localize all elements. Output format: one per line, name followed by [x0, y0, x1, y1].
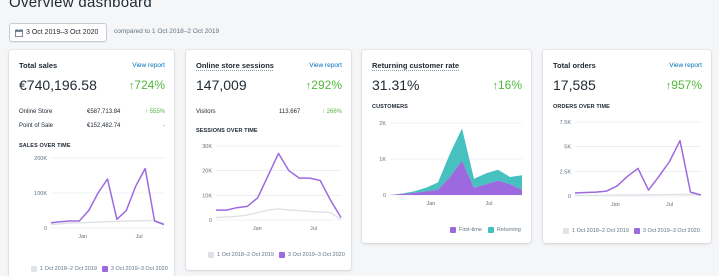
- current-period-line: [216, 152, 342, 218]
- change-text: 16%: [497, 78, 522, 92]
- total-sales-card: Total sales View report €740,196.58 ↑724…: [9, 50, 174, 276]
- legend-returning: Returning: [496, 227, 521, 233]
- total-sales-change: ↑724%: [129, 78, 165, 92]
- card-title: Total sales: [19, 61, 58, 70]
- sessions-value: 147,009: [196, 77, 247, 93]
- y-tick-label: 0: [383, 193, 386, 199]
- legend-previous: 1 Oct 2018–2 Oct 2019: [572, 228, 629, 234]
- x-tick-label: Jul: [136, 234, 143, 240]
- legend-swatch-previous: [208, 252, 214, 258]
- chart-legend: 1 Oct 2018–2 Oct 2019 3 Oct 2019–3 Oct 2…: [208, 252, 345, 258]
- legend-previous: 1 Oct 2018–2 Oct 2019: [217, 252, 274, 258]
- y-tick-label: 0: [44, 226, 47, 232]
- legend-swatch-current: [633, 228, 640, 234]
- legend-previous: 1 Oct 2018–2 Oct 2019: [40, 266, 97, 272]
- x-tick-label: Jan: [611, 202, 620, 208]
- legend-swatch-previous: [563, 228, 569, 234]
- legend-swatch-previous: [31, 266, 37, 272]
- current-period-line: [574, 139, 702, 196]
- y-tick-label: 30K: [202, 144, 212, 150]
- y-tick-label: 0: [209, 218, 212, 224]
- x-tick-label: Jul: [485, 201, 492, 207]
- view-report-link[interactable]: View report: [309, 62, 342, 69]
- section-label: ORDERS OVER TIME: [553, 104, 610, 110]
- returning-rate-value: 31.31%: [372, 77, 420, 93]
- total-orders-value: 17,585: [553, 77, 596, 93]
- card-title: Returning customer rate: [372, 61, 460, 70]
- x-tick-label: Jan: [253, 226, 262, 232]
- sessions-change: ↑292%: [306, 78, 342, 92]
- legend-current: 3 Oct 2019–3 Oct 2020: [287, 252, 345, 258]
- sessions-chart: 30K 20K 10K 0 Jan Jul: [202, 144, 342, 232]
- legend-swatch-first-time: [450, 227, 456, 233]
- legend-swatch-current: [278, 252, 285, 258]
- customers-chart: 2K 1K 0 Jan Jul: [379, 121, 522, 207]
- y-tick-label: 0: [568, 194, 571, 200]
- row-value: €587,713.84: [87, 109, 121, 115]
- chart-legend: 1 Oct 2018–2 Oct 2019 3 Oct 2019–3 Oct 2…: [31, 266, 168, 272]
- legend-current: 3 Oct 2019–3 Oct 2020: [642, 228, 700, 234]
- row-label: Online Store: [19, 109, 53, 115]
- date-range-button[interactable]: 3 Oct 2019–3 Oct 2020: [9, 23, 107, 42]
- row-label: Point of Sale: [19, 123, 54, 129]
- chart-legend: First-time Returning: [450, 227, 521, 233]
- returning-customer-card: Returning customer rate 31.31% ↑16% CUST…: [362, 50, 531, 243]
- view-report-link[interactable]: View report: [669, 62, 702, 69]
- x-tick-label: Jan: [78, 234, 87, 240]
- row-change: ↑ 555%: [144, 109, 165, 115]
- section-label: SESSIONS OVER TIME: [196, 128, 258, 134]
- orders-chart: 7.5K 5K 2.5K 0 Jan Jul: [560, 120, 702, 208]
- row-label: Visitors: [196, 109, 216, 115]
- row-value: €152,482.74: [87, 123, 121, 129]
- x-tick-label: Jan: [426, 201, 435, 207]
- y-tick-label: 5K: [564, 145, 571, 151]
- total-orders-change: ↑957%: [666, 78, 702, 92]
- y-tick-label: 200K: [34, 156, 47, 162]
- change-text: 724%: [134, 78, 165, 92]
- card-title: Total orders: [553, 61, 596, 70]
- change-text: 292%: [311, 78, 342, 92]
- previous-period-line: [574, 193, 702, 197]
- row-change: -: [163, 123, 165, 129]
- y-tick-label: 2.5K: [560, 169, 572, 175]
- page-title: Overview dashboard: [9, 0, 152, 11]
- date-range-label: 3 Oct 2019–3 Oct 2020: [26, 29, 99, 36]
- section-label: SALES OVER TIME: [19, 143, 71, 149]
- y-tick-label: 100K: [34, 191, 47, 197]
- y-tick-label: 1K: [379, 157, 386, 163]
- calendar-icon: [15, 28, 23, 37]
- x-tick-label: Jul: [310, 226, 317, 232]
- y-tick-label: 10K: [202, 193, 212, 199]
- sales-chart: 200K 100K 0 Jan Jul: [34, 156, 165, 240]
- change-text: 957%: [671, 78, 702, 92]
- y-tick-label: 2K: [379, 121, 386, 127]
- section-label: CUSTOMERS: [372, 104, 408, 110]
- y-tick-label: 20K: [202, 169, 212, 175]
- view-report-link[interactable]: View report: [132, 62, 165, 69]
- legend-first-time: First-time: [459, 227, 482, 233]
- returning-rate-change: ↑16%: [492, 78, 522, 92]
- total-sales-value: €740,196.58: [19, 77, 97, 93]
- current-period-line: [50, 167, 165, 226]
- y-tick-label: 7.5K: [560, 120, 572, 126]
- legend-swatch-current: [101, 266, 108, 272]
- legend-swatch-returning: [487, 227, 494, 233]
- total-orders-card: Total orders View report 17,585 ↑957% OR…: [543, 50, 711, 243]
- legend-current: 3 Oct 2019–3 Oct 2020: [110, 266, 168, 272]
- previous-period-line: [215, 208, 342, 221]
- compare-text: compared to 1 Oct 2018–2 Oct 2019: [114, 28, 220, 35]
- row-value: 113,667: [279, 109, 301, 115]
- card-title: Online store sessions: [196, 61, 274, 70]
- row-change: ↑ 266%: [321, 109, 342, 115]
- chart-legend: 1 Oct 2018–2 Oct 2019 3 Oct 2019–3 Oct 2…: [563, 228, 700, 234]
- sessions-card: Online store sessions View report 147,00…: [186, 50, 351, 270]
- x-tick-label: Jul: [666, 202, 673, 208]
